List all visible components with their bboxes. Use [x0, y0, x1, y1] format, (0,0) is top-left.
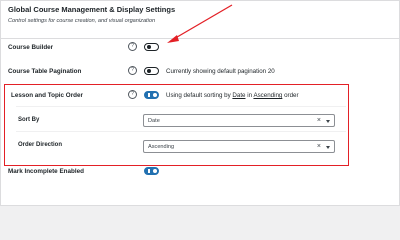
annotation-arrow-icon [167, 4, 233, 43]
